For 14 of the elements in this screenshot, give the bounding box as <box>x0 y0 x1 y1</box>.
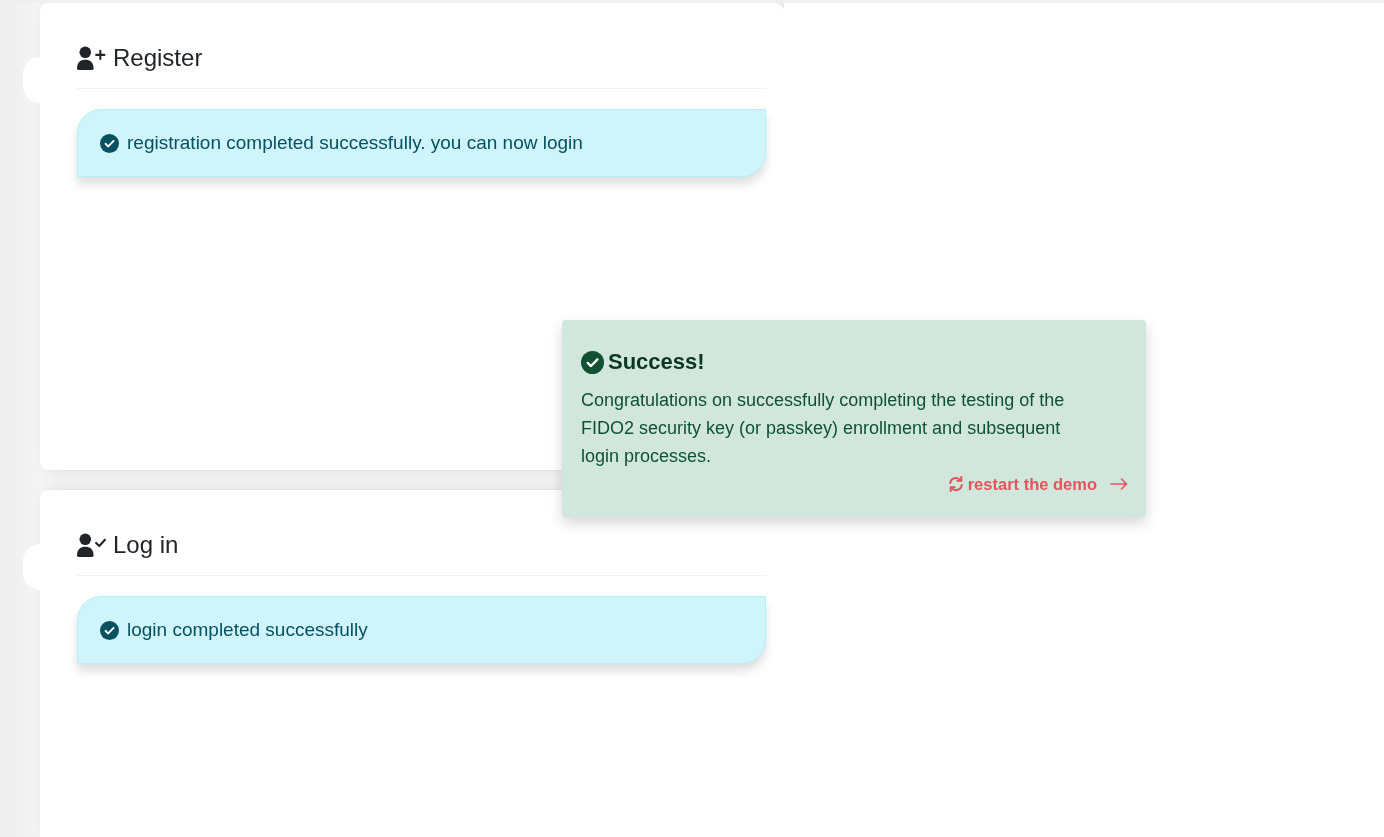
check-circle-icon <box>581 350 604 374</box>
refresh-icon <box>947 476 964 492</box>
alert-message: login completed successfully <box>127 618 368 642</box>
section-title: Log in <box>113 530 179 560</box>
alert-message: registration completed successfully. you can now login <box>127 131 583 155</box>
arrow-right-icon <box>1110 478 1128 490</box>
toast-message: Congratulations on successfully completing the testing of the FIDO2 security key (or passkey) enrollment and subsequent login processes. <box>581 389 1066 468</box>
section-title: Register <box>113 43 203 73</box>
toast-title: Success! <box>608 348 705 376</box>
user-check-icon <box>77 533 106 557</box>
restart-demo-link[interactable]: restart the demo <box>947 472 1128 496</box>
check-circle-icon <box>100 133 119 153</box>
user-plus-icon <box>77 46 106 70</box>
check-circle-icon <box>100 620 119 640</box>
